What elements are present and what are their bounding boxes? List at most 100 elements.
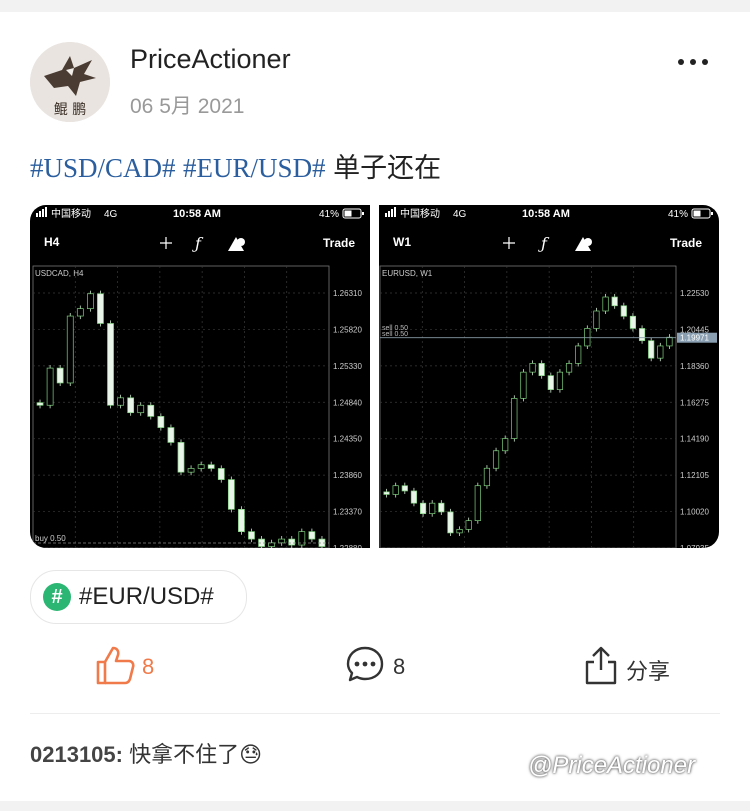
order-label: buy 0.50 <box>35 534 66 543</box>
candle-body <box>308 531 316 540</box>
candle-body <box>629 315 637 329</box>
dot-icon <box>678 59 684 65</box>
candle-body <box>401 485 408 492</box>
candle-body <box>638 328 646 342</box>
comment-button[interactable]: 8 <box>345 644 435 692</box>
candle-body <box>602 296 609 312</box>
post-date: 06 5月 2021 <box>130 95 245 118</box>
price-tick-label: 1.24840 <box>333 398 362 407</box>
share-button[interactable]: 分享 <box>582 644 692 692</box>
timeframe-button[interactable]: W1 <box>393 235 411 249</box>
objects-icon[interactable] <box>228 237 245 251</box>
bottom-separator <box>0 801 750 811</box>
avatar[interactable]: 鲲 鹏 <box>30 42 110 122</box>
symbol-label: EURUSD, W1 <box>382 269 433 278</box>
candle-body <box>575 345 582 364</box>
timeframe-button[interactable]: H4 <box>44 235 60 249</box>
candle-body <box>76 308 84 317</box>
candle-body <box>611 296 618 307</box>
price-tick-label: 1.25330 <box>333 362 362 371</box>
candle-body <box>127 397 135 414</box>
top-separator <box>0 0 750 12</box>
price-tick-label: 1.22880 <box>333 544 362 548</box>
candle-body <box>56 367 64 384</box>
signal-icon <box>385 207 396 217</box>
candle-body <box>410 490 418 504</box>
watermark: @PriceActioner <box>528 752 696 779</box>
candle-body <box>529 363 536 373</box>
avatar-text: 鲲 鹏 <box>54 102 86 118</box>
indicators-icon[interactable]: ƒ <box>538 234 550 253</box>
like-button[interactable]: 8 <box>94 644 184 692</box>
candle-body <box>666 336 673 347</box>
trade-button[interactable]: Trade <box>323 236 355 250</box>
candle-body <box>392 485 399 495</box>
price-tick-label: 1.16275 <box>680 398 709 407</box>
candle-body <box>419 502 427 515</box>
network-text: 4G <box>453 209 467 220</box>
candle-body <box>620 305 627 317</box>
candle-body <box>511 398 518 439</box>
candles-usdcad <box>36 290 326 548</box>
image-grid: 中国移动 4G 10:58 AM 41% H4 ƒ Trade USDCAD, … <box>30 205 720 548</box>
dot-icon <box>690 59 696 65</box>
more-options-button[interactable] <box>676 52 710 72</box>
author-name[interactable]: PriceActioner <box>130 44 291 75</box>
chart-screenshot-eurusd[interactable]: 中国移动 4G 10:58 AM 41% W1 ƒ Trade EURUSD, … <box>379 205 719 548</box>
candle-body <box>187 468 195 473</box>
candle-body <box>217 468 225 480</box>
candle-body <box>46 367 54 406</box>
crosshair-icon[interactable] <box>503 237 515 249</box>
candle-body <box>87 293 94 309</box>
battery-text: 41% <box>319 209 339 220</box>
chart-screenshot-usdcad[interactable]: 中国移动 4G 10:58 AM 41% H4 ƒ Trade USDCAD, … <box>30 205 370 548</box>
battery-icon <box>342 208 364 219</box>
crosshair-icon[interactable] <box>160 237 172 249</box>
candle-body <box>556 371 564 390</box>
candle-body <box>117 397 124 406</box>
indicators-icon[interactable]: ƒ <box>192 234 204 253</box>
candle-body <box>538 363 545 376</box>
sweat-emoji-icon: 😓 <box>239 742 263 767</box>
order-label: sell 0.50 <box>382 331 408 338</box>
price-axis: 1.26310 1.25820 1.25330 1.24840 1.24350 1.238… <box>333 289 362 548</box>
price-tick-label: 1.23860 <box>333 471 362 480</box>
eagle-logo-icon: 鲲 鹏 <box>30 42 110 122</box>
candle-body <box>584 328 591 347</box>
carrier-text: 中国移动 <box>51 207 91 220</box>
candle-body <box>492 450 500 469</box>
candle-body <box>137 404 145 414</box>
candle-body <box>248 531 255 540</box>
carrier-text: 中国移动 <box>400 207 440 220</box>
price-tick-label: 1.24350 <box>333 435 362 444</box>
dot-icon <box>702 59 708 65</box>
price-tick-label: 1.18360 <box>680 362 709 371</box>
comment-count: 8 <box>393 654 406 679</box>
hashtag-eurusd-link[interactable]: #EUR/USD# <box>183 153 326 183</box>
clock-text: 10:58 AM <box>173 208 221 220</box>
trade-button[interactable]: Trade <box>670 236 702 250</box>
post-text: 单子还在 <box>333 153 442 183</box>
candle-body <box>502 438 509 452</box>
current-price-label: 1.19971 <box>680 334 709 343</box>
comment-preview[interactable]: 0213105: 快拿不住了😓 <box>30 737 262 769</box>
candle-body <box>474 485 481 522</box>
candle-body <box>288 538 296 546</box>
price-tick-label: 1.14190 <box>680 435 709 444</box>
candle-body <box>483 467 491 487</box>
candle-body <box>547 375 554 390</box>
comment-author[interactable]: 0213105: <box>30 742 123 767</box>
price-axis: 1.225301.204451.183601.162751.141901.121… <box>680 289 709 548</box>
candle-body <box>97 293 104 324</box>
share-icon <box>585 646 617 685</box>
topic-chip[interactable]: # #EUR/USD# <box>30 570 247 624</box>
price-tick-label: 1.25820 <box>333 325 362 334</box>
candle-body <box>465 520 472 530</box>
battery-text: 41% <box>668 209 688 220</box>
topic-label: #EUR/USD# <box>79 583 214 610</box>
hashtag-usdcad-link[interactable]: #USD/CAD# <box>30 153 176 183</box>
comment-text: 快拿不住了 <box>129 742 240 767</box>
candle-body <box>278 538 286 544</box>
candle-body <box>657 345 664 359</box>
objects-icon[interactable] <box>575 237 592 251</box>
